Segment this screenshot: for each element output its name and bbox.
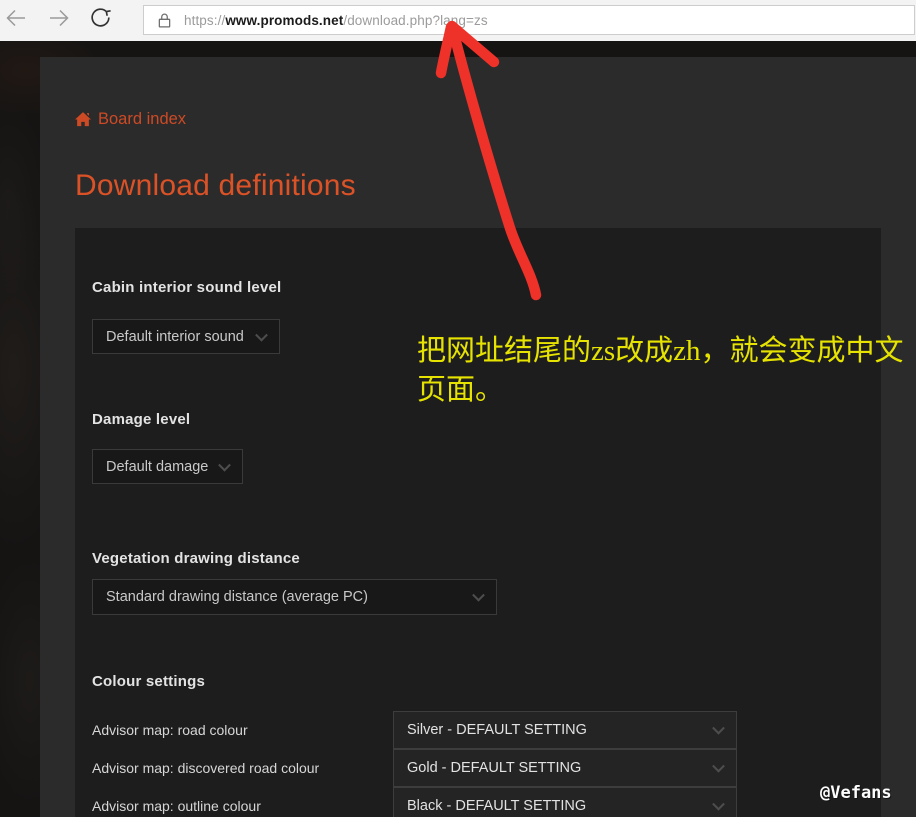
colour-row-discovered: Advisor map: discovered road colour Gold…: [92, 749, 864, 787]
page-title: Download definitions: [75, 169, 356, 203]
refresh-icon: [88, 5, 113, 35]
chevron-down-icon: [712, 797, 725, 810]
field-label-cabin-sound: Cabin interior sound level: [92, 279, 281, 296]
url-scheme: https://: [184, 13, 225, 28]
download-settings-panel: Cabin interior sound level Default inter…: [75, 228, 881, 817]
breadcrumb-label: Board index: [98, 110, 186, 129]
chevron-down-icon: [218, 458, 231, 471]
refresh-button[interactable]: [87, 7, 113, 33]
chevron-down-icon: [712, 759, 725, 772]
colour-label-outline: Advisor map: outline colour: [92, 798, 393, 814]
colour-settings-heading: Colour settings: [92, 673, 205, 690]
colour-label-road: Advisor map: road colour: [92, 722, 393, 738]
select-vegetation-value: Standard drawing distance (average PC): [106, 589, 368, 605]
colour-label-discovered: Advisor map: discovered road colour: [92, 760, 393, 776]
select-outline-colour-value: Black - DEFAULT SETTING: [407, 798, 586, 814]
url-text: https://www.promods.net/download.php?lan…: [184, 13, 488, 28]
chevron-down-icon: [255, 328, 268, 341]
home-icon: [75, 112, 91, 127]
url-domain: www.promods.net: [225, 13, 343, 28]
select-road-colour-value: Silver - DEFAULT SETTING: [407, 722, 587, 738]
address-bar[interactable]: https://www.promods.net/download.php?lan…: [143, 5, 915, 35]
select-vegetation[interactable]: Standard drawing distance (average PC): [92, 579, 497, 615]
chinese-annotation-line1: 把网址结尾的zs改成zh，就会变成中文: [417, 332, 913, 371]
lock-icon: [155, 11, 174, 30]
select-discovered-colour-value: Gold - DEFAULT SETTING: [407, 760, 581, 776]
watermark: @Vefans: [820, 783, 892, 803]
chinese-annotation: 把网址结尾的zs改成zh，就会变成中文 页面。: [417, 332, 913, 410]
forward-button[interactable]: [46, 7, 72, 33]
colour-settings-rows: Advisor map: road colour Silver - DEFAUL…: [92, 711, 864, 817]
select-discovered-colour[interactable]: Gold - DEFAULT SETTING: [393, 749, 737, 787]
field-label-damage: Damage level: [92, 411, 190, 428]
back-button[interactable]: [3, 7, 29, 33]
colour-row-outline: Advisor map: outline colour Black - DEFA…: [92, 787, 864, 817]
breadcrumb-board-index[interactable]: Board index: [75, 110, 186, 129]
colour-row-road: Advisor map: road colour Silver - DEFAUL…: [92, 711, 864, 749]
chevron-down-icon: [712, 722, 725, 735]
select-road-colour[interactable]: Silver - DEFAULT SETTING: [393, 711, 737, 749]
select-outline-colour[interactable]: Black - DEFAULT SETTING: [393, 787, 737, 817]
field-label-vegetation: Vegetation drawing distance: [92, 550, 300, 567]
content-area: Board index Download definitions Cabin i…: [40, 57, 916, 817]
url-path: /download.php?lang=zs: [343, 13, 487, 28]
select-damage-value: Default damage: [106, 459, 208, 475]
chevron-down-icon: [472, 589, 485, 602]
select-cabin-sound[interactable]: Default interior sound: [92, 319, 280, 354]
browser-toolbar: https://www.promods.net/download.php?lan…: [0, 0, 916, 41]
back-icon: [4, 6, 28, 35]
select-damage[interactable]: Default damage: [92, 449, 243, 484]
page-background: Board index Download definitions Cabin i…: [0, 41, 916, 817]
forward-icon: [47, 6, 71, 35]
chinese-annotation-line2: 页面。: [417, 371, 913, 410]
select-cabin-sound-value: Default interior sound: [106, 329, 244, 345]
